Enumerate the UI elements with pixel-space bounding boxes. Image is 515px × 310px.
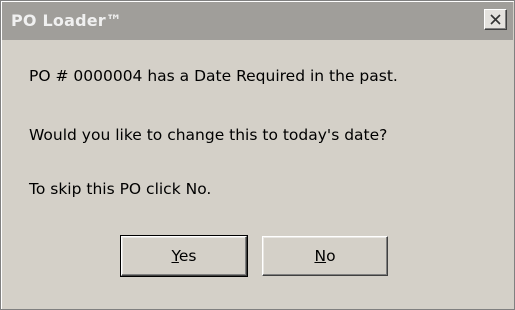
yes-button-label: es (178, 247, 197, 265)
message-dialog: PO Loader™ PO # 0000004 has a Date Requi… (0, 0, 515, 310)
close-icon (490, 14, 501, 25)
message-line-po-date: PO # 0000004 has a Date Required in the … (29, 67, 398, 85)
yes-button-mnemonic: Y (171, 247, 179, 265)
message-line-question: Would you like to change this to today's… (29, 126, 388, 144)
close-button[interactable] (484, 9, 507, 30)
message-line-skip-hint: To skip this PO click No. (29, 180, 212, 198)
yes-button[interactable]: Yes (120, 235, 248, 277)
no-button-mnemonic: N (314, 247, 327, 265)
no-button-label: o (326, 247, 336, 265)
title-bar[interactable]: PO Loader™ (2, 2, 513, 40)
no-button[interactable]: No (262, 236, 388, 276)
window-title: PO Loader™ (11, 11, 123, 30)
